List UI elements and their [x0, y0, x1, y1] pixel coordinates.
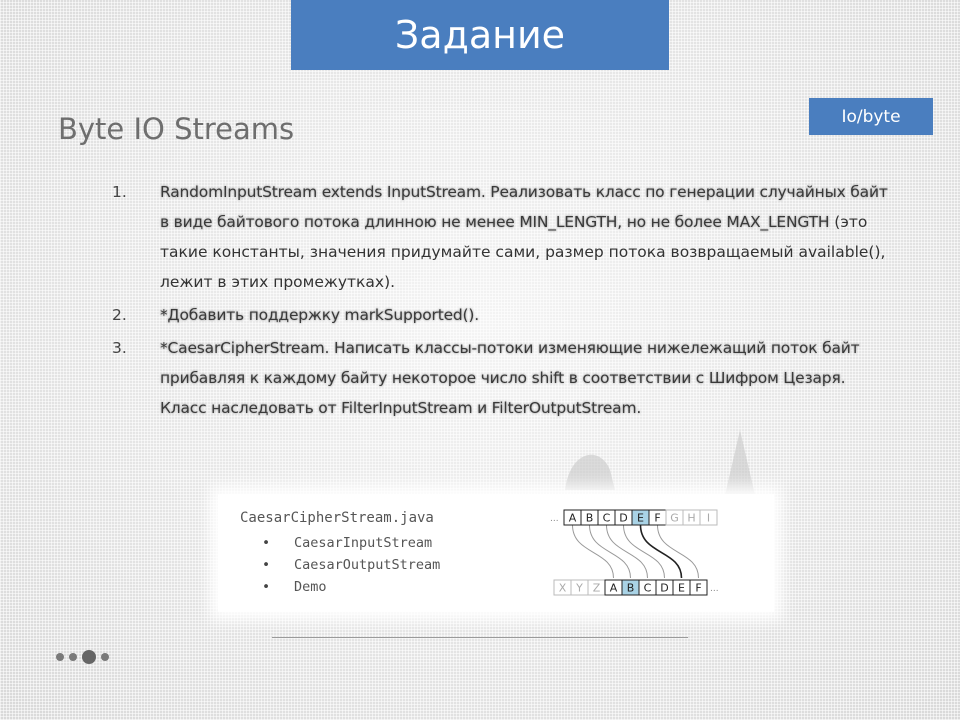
bottom-row-letter: D	[660, 582, 668, 595]
task-number: 1.	[112, 183, 127, 201]
progress-dot-current	[82, 650, 96, 664]
bottom-row-letter: Z	[593, 582, 601, 595]
task-text: *Добавить поддержку markSupported().	[160, 300, 895, 330]
top-row-letter: E	[637, 512, 644, 525]
task-item: 1. RandomInputStream extends InputStream…	[112, 177, 902, 297]
topic-tag: Io/byte	[809, 98, 933, 135]
bullet: •	[262, 579, 271, 595]
task-item: 2. *Добавить поддержку markSupported().	[112, 300, 902, 330]
progress-dot	[101, 653, 109, 661]
file-name: CaesarCipherStream.java	[240, 510, 434, 526]
list-item: • CaesarOutputStream	[262, 554, 440, 576]
file-items: • CaesarInputStream • CaesarOutputStream •…	[262, 532, 440, 598]
bottom-row-letter: E	[678, 582, 685, 595]
caesar-cipher-diagram: ......A B C D E F G H IX Y Z A B C D E F	[550, 509, 719, 596]
list-item: • CaesarInputStream	[262, 532, 440, 554]
bottom-row-letter: A	[610, 582, 618, 595]
class-name: CaesarInputStream	[294, 535, 433, 551]
top-row-letter: D	[619, 512, 627, 525]
top-row-letter: C	[603, 512, 611, 525]
bottom-row-letter: Y	[575, 582, 583, 595]
task-number: 2.	[112, 306, 127, 324]
task-text: RandomInputStream extends InputStream. Р…	[160, 177, 895, 297]
bottom-row-letter: B	[627, 582, 635, 595]
bullet: •	[262, 535, 271, 551]
top-row-letter: A	[569, 512, 577, 525]
bottom-ellipsis: ...	[710, 584, 719, 594]
bottom-row-letter: F	[695, 582, 701, 595]
bottom-row-letter: C	[644, 582, 652, 595]
progress-dot	[69, 653, 77, 661]
background-decoration-icon	[565, 430, 755, 495]
progress-dot	[56, 653, 64, 661]
task-blurred-text: *Добавить поддержку markSupported().	[160, 306, 479, 324]
top-row-letter: H	[687, 512, 695, 525]
demo-panel: CaesarCipherStream.java • CaesarInputStre…	[218, 494, 774, 612]
bottom-row-letter: X	[559, 582, 567, 595]
task-text: *CaesarCipherStream. Написать классы-пот…	[160, 333, 895, 423]
class-name: CaesarOutputStream	[294, 557, 441, 573]
top-row-letter: F	[654, 512, 660, 525]
divider	[272, 637, 688, 638]
top-row-letter: B	[586, 512, 594, 525]
top-ellipsis: ...	[550, 514, 559, 524]
slide-subtitle: Byte IO Streams	[58, 112, 295, 146]
task-list: 1. RandomInputStream extends InputStream…	[112, 177, 902, 426]
class-name: Demo	[294, 579, 327, 595]
top-row-letter: I	[707, 512, 710, 525]
top-row-letter: G	[670, 512, 679, 525]
list-item: • Demo	[262, 576, 440, 598]
bullet: •	[262, 557, 271, 573]
task-blurred-text: RandomInputStream extends InputStream. Р…	[160, 183, 888, 231]
task-item: 3. *CaesarCipherStream. Написать классы-…	[112, 333, 902, 423]
slide-title: Задание	[291, 0, 669, 70]
task-number: 3.	[112, 339, 127, 357]
task-blurred-text: *CaesarCipherStream. Написать классы-пот…	[160, 339, 860, 417]
slide-progress	[56, 650, 114, 664]
